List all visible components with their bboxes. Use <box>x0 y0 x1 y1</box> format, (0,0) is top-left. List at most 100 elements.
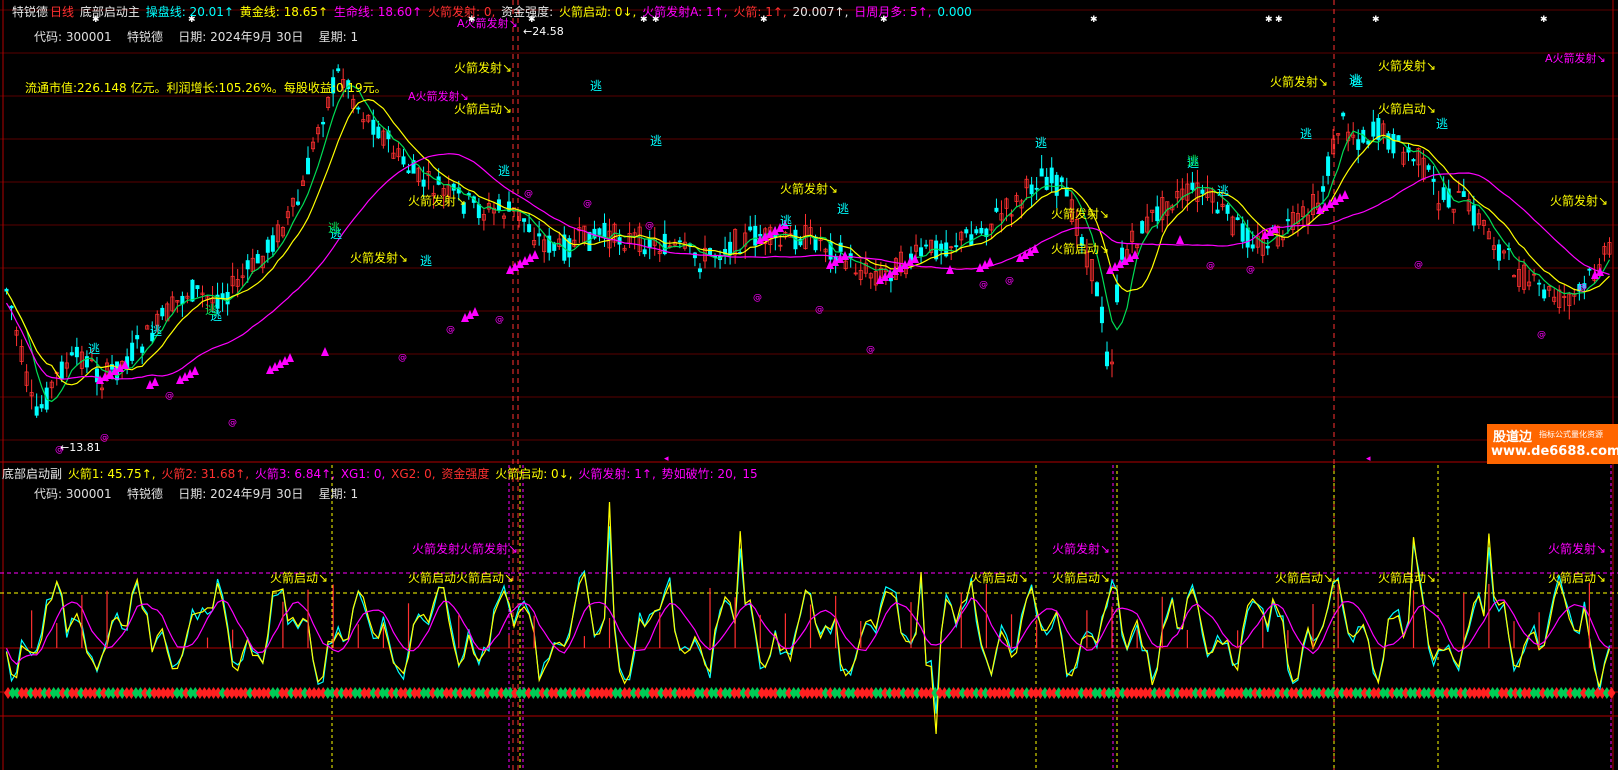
sub-item-5: 资金强度 <box>441 467 494 481</box>
rocket-triangle <box>151 377 159 386</box>
candle-body <box>1054 174 1059 196</box>
sub-rocket-start-label: 火箭启动↘ <box>1378 570 1436 585</box>
price-high-marker: ←24.58 <box>523 25 564 38</box>
candle-body <box>1104 351 1109 367</box>
week-label: 星期: <box>318 30 347 44</box>
main-item-0: 操盘线: 20.01↑ <box>145 5 238 19</box>
candle-body <box>954 245 959 248</box>
rocket-triangle <box>1341 190 1349 199</box>
candle-body <box>1059 177 1064 183</box>
sub-stock-info: 代码: 300001 特锐德 日期: 2024年9月 30日 星期: 1 <box>34 485 358 502</box>
candle-body <box>1285 219 1290 222</box>
at-mark: @ <box>645 221 654 231</box>
main-item-5: 火箭启动: 0↓, <box>558 5 641 19</box>
brand-name: 股道边 <box>1493 430 1533 445</box>
rocket-fire-label: 火箭发射↘ <box>408 193 466 208</box>
code-value: 300001 <box>65 30 112 44</box>
candle-body <box>647 238 652 249</box>
sub-week-value: 1 <box>350 487 359 501</box>
candle-body <box>597 228 602 235</box>
candle-body <box>74 346 79 358</box>
candle-body <box>371 119 376 135</box>
at-mark: @ <box>583 199 592 209</box>
candle-body <box>642 249 647 255</box>
separator-pointer: ◂ <box>1366 454 1371 464</box>
candle-body <box>356 107 361 110</box>
at-mark: @ <box>1537 330 1546 340</box>
top-star-marker: ✱ <box>1265 15 1273 25</box>
rocket-triangle <box>986 257 994 266</box>
sub-date-label: 日期: <box>178 487 207 501</box>
candle-body <box>522 218 527 222</box>
escape-label: 逃 <box>837 202 849 216</box>
candle-body <box>1461 191 1466 197</box>
sub-item-9: 15 <box>742 467 758 481</box>
candle-body <box>1200 189 1205 194</box>
candle-body <box>1431 178 1436 182</box>
at-mark: @ <box>165 391 174 401</box>
sub-rocket-start-label: 火箭启动↘ <box>970 570 1028 585</box>
sub-rocket-start-label: 火箭启动↘ <box>1052 570 1110 585</box>
rocket-triangle <box>191 366 199 375</box>
candle-body <box>994 207 999 212</box>
stock-name: 特锐德 <box>12 5 49 19</box>
candle-body <box>1326 156 1331 176</box>
rocket-fire-a-label: A火箭发射↘ <box>1545 51 1606 65</box>
candle-body <box>130 342 135 361</box>
rocket-fire-label: 火箭发射↘ <box>454 60 512 75</box>
at-mark: @ <box>1578 283 1587 293</box>
candle-body <box>255 254 260 264</box>
rocket-start-label: 火箭启动↘ <box>1378 101 1436 116</box>
candle-body <box>1034 187 1039 190</box>
date-label: 日期: <box>178 30 207 44</box>
at-mark: @ <box>815 305 824 315</box>
main-item-2: 生命线: 18.60↑ <box>333 5 426 19</box>
escape-label: 逃 <box>1035 136 1047 150</box>
candle-body <box>1426 165 1431 170</box>
candle-body <box>1155 206 1160 222</box>
candle-body <box>1215 209 1220 214</box>
escape-label: 逃 <box>150 324 162 338</box>
rocket-fire-label: 火箭发射↘ <box>350 250 408 265</box>
candle-body <box>306 157 311 175</box>
candle-body <box>753 225 758 246</box>
candle-body <box>677 240 682 243</box>
candle-body <box>4 288 9 292</box>
sub-item-8: 势如破竹: 20, <box>661 467 741 481</box>
candle-body <box>1341 112 1346 117</box>
candle-body <box>1099 306 1104 324</box>
sub-item-6: 火箭启动: 0↓, <box>495 467 577 481</box>
period-label: 日线 <box>50 5 75 19</box>
main-item-4: 资金强度: <box>501 5 557 19</box>
date-value: 2024年9月 30日 <box>210 30 304 44</box>
chart-window: 逃逃逃逃逃逃逃逃逃逃逃逃逃逃逃逃逃逃逃逃火箭发射↘ 火箭发射↘ 火箭发射↘ 火箭发射↘… <box>0 0 1618 770</box>
sub-overlap-start-label: 火箭启动火箭启动↘ <box>408 570 514 585</box>
candle-body <box>1396 135 1401 141</box>
candle-body <box>1240 223 1245 242</box>
candle-body <box>1441 187 1446 200</box>
candle-body <box>974 229 979 234</box>
candle-body <box>1265 245 1270 249</box>
chart-canvas[interactable]: 逃逃逃逃逃逃逃逃逃逃逃逃逃逃逃逃逃逃逃逃火箭发射↘火箭发射↘火箭发射↘火箭发射↘… <box>0 0 1618 770</box>
rocket-triangle <box>1176 235 1184 244</box>
at-mark: @ <box>1246 265 1255 275</box>
band-diamond <box>1607 687 1616 699</box>
candle-body <box>39 404 44 409</box>
price-low-marker: ←13.81 <box>60 441 101 454</box>
candle-body <box>1366 140 1371 145</box>
sub-item-1: 火箭2: 31.68↑, <box>161 467 253 481</box>
sub-item-3: XG1: 0, <box>340 467 390 481</box>
at-mark: @ <box>979 280 988 290</box>
escape-label: 逃 <box>1436 117 1448 131</box>
at-mark: @ <box>495 315 504 325</box>
main-item-9: 日周月多: 5↑, <box>854 5 936 19</box>
candle-body <box>1496 244 1501 261</box>
candle-body <box>527 224 532 233</box>
sub-indicator-values: 火箭1: 45.75↑, 火箭2: 31.68↑, 火箭3: 6.84↑, XG… <box>68 467 760 481</box>
candle-body <box>1321 186 1326 192</box>
escape-label: 逃 <box>420 254 432 268</box>
candle-body <box>602 222 607 238</box>
rocket-start-label: 火箭启动↘ <box>1051 241 1109 256</box>
main-item-7: 火箭: 1↑, <box>733 5 791 19</box>
sub-item-0: 火箭1: 45.75↑, <box>67 467 160 481</box>
